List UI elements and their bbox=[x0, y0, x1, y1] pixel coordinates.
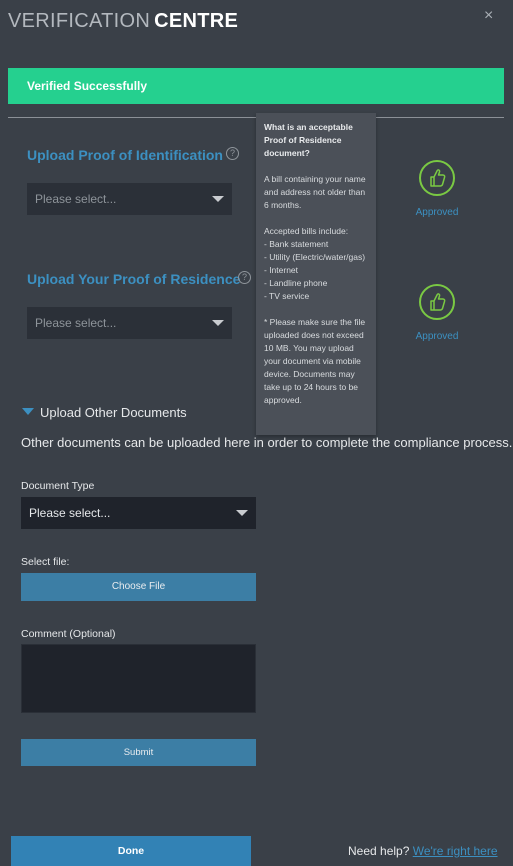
thumbs-up-icon bbox=[419, 284, 455, 320]
document-type-select[interactable]: Please select... bbox=[21, 497, 256, 529]
identification-select-value: Please select... bbox=[35, 192, 117, 206]
help-text: Need help? We're right here bbox=[348, 844, 498, 858]
approved-label: Approved bbox=[415, 331, 459, 342]
help-prefix: Need help? bbox=[348, 844, 410, 858]
help-icon[interactable]: ? bbox=[226, 147, 239, 160]
identification-title: Upload Proof of Identification bbox=[27, 147, 223, 163]
chevron-down-icon bbox=[212, 320, 224, 326]
approved-label: Approved bbox=[415, 207, 459, 218]
chevron-down-icon bbox=[236, 510, 248, 516]
select-file-label: Select file: bbox=[21, 556, 70, 568]
other-documents-toggle[interactable]: Upload Other Documents bbox=[22, 405, 187, 420]
choose-file-button[interactable]: Choose File bbox=[21, 573, 256, 601]
title-bold: CENTRE bbox=[154, 10, 239, 32]
done-button[interactable]: Done bbox=[11, 836, 251, 866]
residence-title: Upload Your Proof of Residence bbox=[27, 271, 241, 287]
close-icon[interactable]: × bbox=[484, 8, 498, 24]
residence-tooltip: What is an acceptable Proof of Residence… bbox=[256, 113, 376, 435]
document-type-value: Please select... bbox=[29, 506, 111, 520]
residence-select-value: Please select... bbox=[35, 316, 117, 330]
comment-textarea[interactable] bbox=[21, 644, 256, 713]
success-banner: Verified Successfully bbox=[8, 68, 504, 104]
other-documents-description: Other documents can be uploaded here in … bbox=[21, 435, 513, 450]
help-link[interactable]: We're right here bbox=[413, 844, 498, 858]
tooltip-body: A bill containing your name and address … bbox=[264, 174, 366, 405]
help-icon[interactable]: ? bbox=[238, 271, 251, 284]
document-type-label: Document Type bbox=[21, 480, 95, 492]
chevron-down-icon bbox=[212, 196, 224, 202]
identification-status: Approved bbox=[407, 160, 467, 218]
identification-select[interactable]: Please select... bbox=[27, 183, 232, 215]
comment-label: Comment (Optional) bbox=[21, 628, 116, 640]
residence-select[interactable]: Please select... bbox=[27, 307, 232, 339]
triangle-down-icon bbox=[22, 408, 34, 415]
title-light: VERIFICATION bbox=[8, 10, 151, 32]
other-documents-heading: Upload Other Documents bbox=[40, 405, 187, 420]
page-title: VERIFICATION CENTRE bbox=[8, 10, 238, 33]
residence-status: Approved bbox=[407, 284, 467, 342]
thumbs-up-icon bbox=[419, 160, 455, 196]
tooltip-heading: What is an acceptable Proof of Residence… bbox=[264, 122, 353, 158]
submit-button[interactable]: Submit bbox=[21, 739, 256, 766]
